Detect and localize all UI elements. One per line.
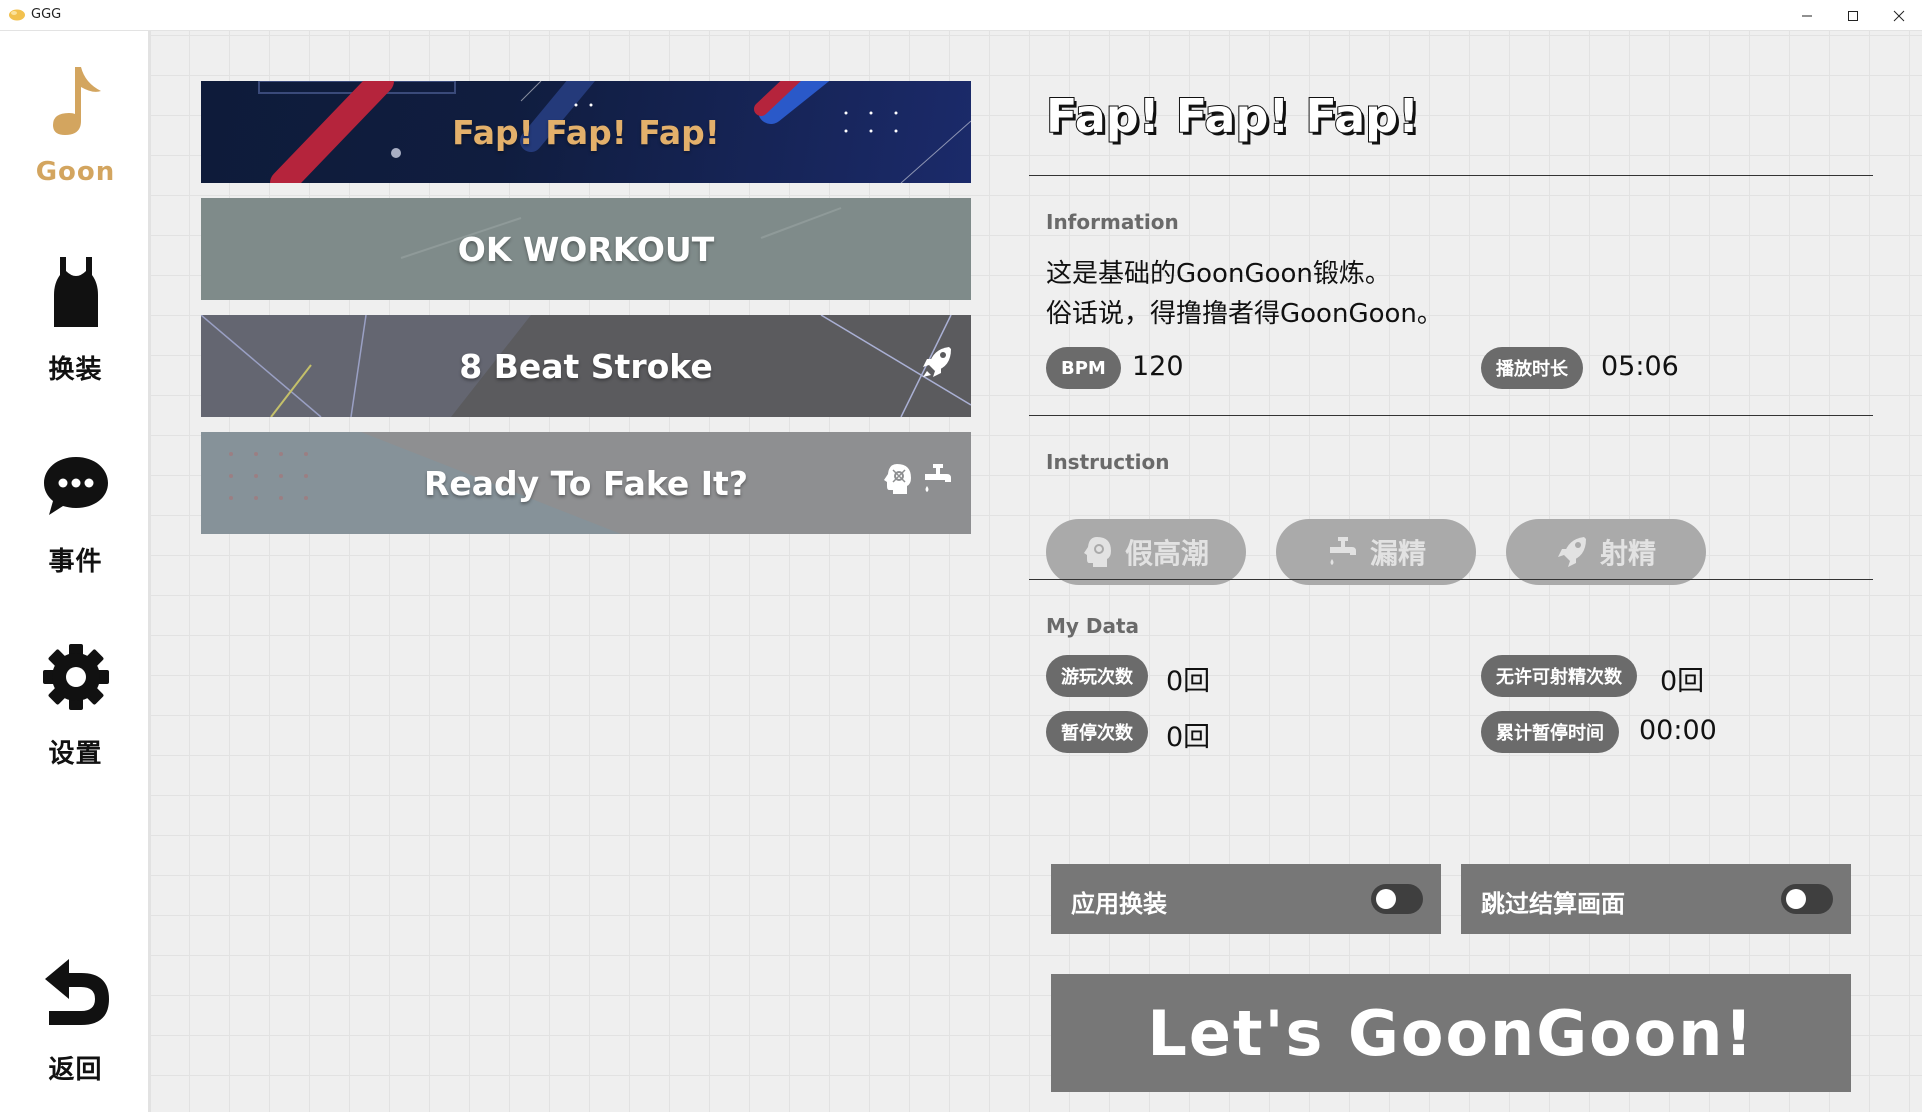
head-brain-icon <box>884 464 911 494</box>
song-title: OK WORKOUT <box>457 229 715 269</box>
song-title: 8 Beat Stroke <box>459 346 713 386</box>
maximize-button[interactable] <box>1830 0 1876 31</box>
song-title: Ready To Fake It? <box>424 463 748 503</box>
switch-knob <box>1786 889 1806 909</box>
description-line: 这是基础的GoonGoon锻炼。 <box>1046 259 1391 289</box>
bpm-pill: BPM <box>1046 347 1121 389</box>
song-item[interactable]: Ready To Fake It? <box>201 432 971 534</box>
apply-outfit-label: 应用换装 <box>1071 890 1167 918</box>
plays-count-pill: 游玩次数 <box>1046 655 1148 697</box>
my-data-label: My Data <box>1046 614 1140 638</box>
song-item[interactable]: Fap! Fap! Fap! <box>201 81 971 183</box>
instruction-fake-orgasm-button[interactable]: 假高潮 <box>1046 519 1246 585</box>
minimize-icon <box>1802 15 1812 16</box>
duration-pill: 播放时长 <box>1481 347 1583 389</box>
sidebar-item-settings[interactable]: 设置 <box>0 637 151 770</box>
pause-time-value: 00:00 <box>1639 715 1717 746</box>
description-line: 俗话说，得撸撸者得GoonGoon。 <box>1046 299 1443 329</box>
gear-icon <box>42 644 109 710</box>
divider <box>1029 415 1873 416</box>
instruction-label: Instruction <box>1046 450 1170 474</box>
instruction-label: 射精 <box>1599 537 1656 570</box>
instruction-label: 假高潮 <box>1124 537 1209 570</box>
faucet-icon <box>1329 537 1356 565</box>
main-panel: Fap! Fap! Fap! OK WORKOUT 8 Beat Stroke <box>151 31 1922 1112</box>
duration-value: 05:06 <box>1601 351 1679 382</box>
sidebar-item-label: 换装 <box>48 355 103 385</box>
head-brain-icon <box>1083 537 1111 567</box>
faucet-icon <box>925 464 951 492</box>
song-tag-icons <box>883 462 953 496</box>
sidebar-item-goon[interactable]: Goon <box>0 61 151 187</box>
sidebar-item-outfit[interactable]: 换装 <box>0 253 151 386</box>
song-item[interactable]: 8 Beat Stroke <box>201 315 971 417</box>
divider <box>1029 579 1873 580</box>
music-note-icon <box>52 67 101 135</box>
pause-count-pill: 暂停次数 <box>1046 711 1148 753</box>
window-title: GGG <box>31 7 62 22</box>
pause-count-value: 0回 <box>1166 722 1211 753</box>
skip-result-toggle-row: 跳过结算画面 <box>1461 864 1851 934</box>
minimize-button[interactable] <box>1784 0 1830 31</box>
song-item[interactable]: OK WORKOUT <box>201 198 971 300</box>
switch-knob <box>1376 889 1396 909</box>
sidebar-item-label: 事件 <box>48 547 103 577</box>
divider <box>1029 175 1873 176</box>
pause-time-pill: 累计暂停时间 <box>1481 711 1619 753</box>
rocket-icon <box>923 347 951 377</box>
unauthorized-count-pill: 无许可射精次数 <box>1481 655 1637 697</box>
apply-outfit-toggle-row: 应用换装 <box>1051 864 1441 934</box>
app-logo-icon <box>9 9 25 21</box>
plays-count-value: 0回 <box>1166 666 1211 697</box>
back-arrow-icon <box>44 959 109 1025</box>
maximize-icon <box>1848 10 1858 21</box>
unauthorized-count-value: 0回 <box>1660 666 1705 697</box>
instruction-ejaculate-button[interactable]: 射精 <box>1506 519 1706 585</box>
sidebar-item-label: Goon <box>35 157 116 187</box>
start-button-label: Let's GoonGoon! <box>1147 996 1755 1070</box>
chat-bubble-icon <box>43 457 108 515</box>
start-button[interactable]: Let's GoonGoon! <box>1051 974 1851 1092</box>
close-icon <box>1893 10 1905 21</box>
detail-title: Fap! Fap! Fap! <box>1045 88 1420 144</box>
song-title: Fap! Fap! Fap! <box>452 112 720 152</box>
skip-result-switch[interactable] <box>1781 884 1833 914</box>
information-label: Information <box>1046 210 1179 234</box>
sidebar-item-events[interactable]: 事件 <box>0 445 151 578</box>
song-tag-icons <box>921 345 953 379</box>
instruction-leak-button[interactable]: 漏精 <box>1276 519 1476 585</box>
instruction-label: 漏精 <box>1369 537 1426 570</box>
title-bar: GGG <box>0 0 1922 31</box>
skip-result-label: 跳过结算画面 <box>1481 890 1625 918</box>
sidebar-item-back[interactable]: 返回 <box>0 953 151 1086</box>
rocket-icon <box>1557 537 1586 567</box>
sidebar-item-label: 返回 <box>48 1055 103 1085</box>
sidebar-item-label: 设置 <box>48 739 103 769</box>
sidebar: Goon 换装 事件 设置 返回 <box>0 31 151 1112</box>
apply-outfit-switch[interactable] <box>1371 884 1423 914</box>
close-button[interactable] <box>1876 0 1922 31</box>
bpm-value: 120 <box>1132 351 1184 382</box>
tank-top-icon <box>53 257 98 327</box>
